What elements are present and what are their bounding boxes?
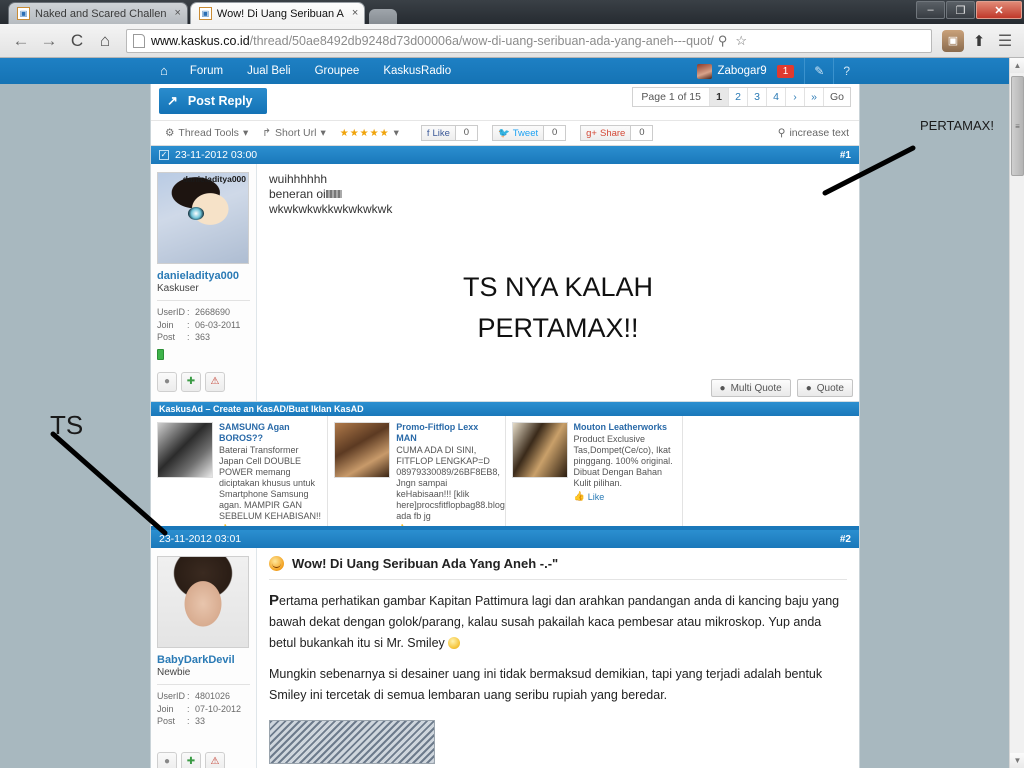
ts-annotation-text: TS (50, 410, 84, 440)
broken-image-icon: ▣ (198, 7, 212, 20)
pertamax-annotation-text: PERTAMAX! (920, 118, 994, 133)
annotation-overlay (50, 145, 916, 536)
tab-title: Wow! Di Uang Seribuan A (216, 7, 344, 20)
browser-window: ▣ Naked and Scared Challen × ▣ Wow! Di U… (0, 0, 1024, 768)
browser-tab-2[interactable]: ▣ Wow! Di Uang Seribuan A × (189, 2, 366, 24)
pertamax-annotation-line (822, 145, 916, 196)
tab-close-icon[interactable]: × (352, 8, 358, 19)
ts-annotation-line (50, 431, 168, 536)
